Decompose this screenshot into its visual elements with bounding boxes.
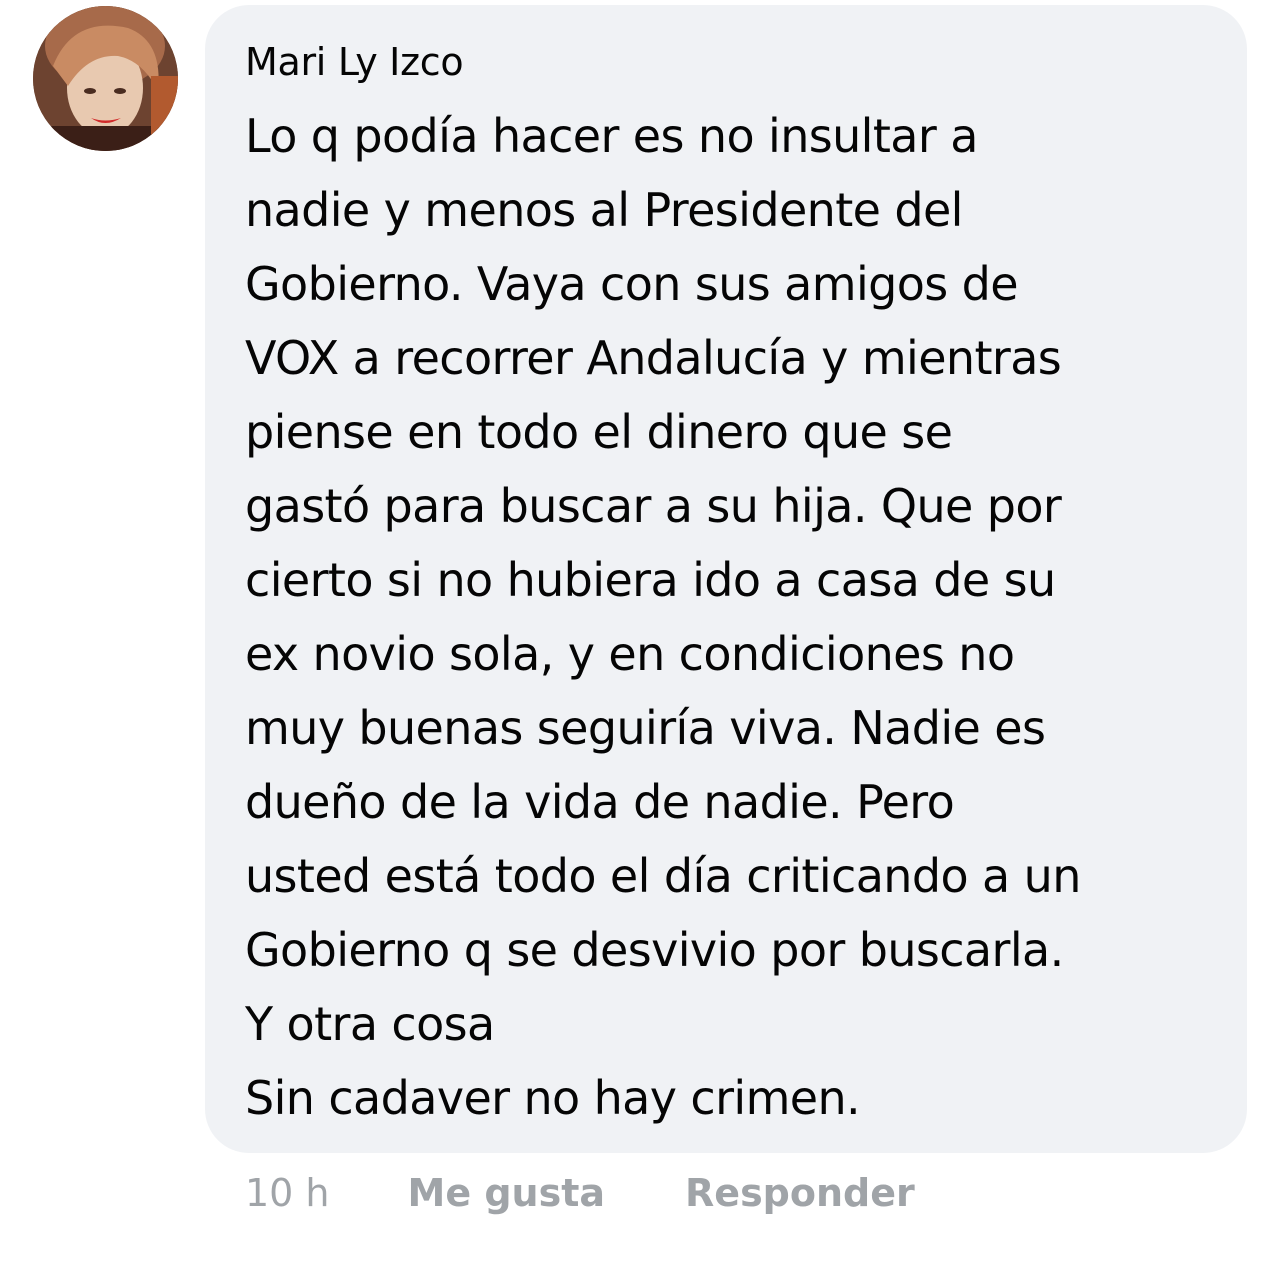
- comment-actions: 10 h Me gusta Responder: [245, 1166, 915, 1220]
- comment-line: Gobierno. Vaya con sus amigos de: [245, 257, 1019, 311]
- comment-line: cierto si no hubiera ido a casa de su: [245, 553, 1056, 607]
- like-button[interactable]: Me gusta: [408, 1171, 606, 1215]
- comment-line: VOX a recorrer Andalucía y mientras: [245, 331, 1062, 385]
- comment-author[interactable]: Mari Ly Izco: [245, 37, 1227, 87]
- comment-timestamp[interactable]: 10 h: [245, 1171, 330, 1215]
- reply-button[interactable]: Responder: [685, 1171, 915, 1215]
- comment-line: ex novio sola, y en condiciones no: [245, 627, 1015, 681]
- comment-line: Lo q podía hacer es no insultar a: [245, 109, 978, 163]
- comment-line: Gobierno q se desvivio por buscarla.: [245, 923, 1064, 977]
- profile-photo-icon: [33, 6, 178, 151]
- comment-line: muy buenas seguiría viva. Nadie es: [245, 701, 1046, 755]
- comment-line: usted está todo el día criticando a un: [245, 849, 1081, 903]
- comment-bubble: Mari Ly Izco Lo q podía hacer es no insu…: [205, 5, 1247, 1153]
- comment-line: Y otra cosa: [245, 997, 495, 1051]
- comment-line: Sin cadaver no hay crimen.: [245, 1071, 861, 1125]
- comment-line: piense en todo el dinero que se: [245, 405, 953, 459]
- comment-line: gastó para buscar a su hija. Que por: [245, 479, 1062, 533]
- comment-line: nadie y menos al Presidente del: [245, 183, 963, 237]
- avatar[interactable]: [33, 6, 178, 151]
- comment-line: dueño de la vida de nadie. Pero: [245, 775, 955, 829]
- comment-text: Lo q podía hacer es no insultar a nadie …: [245, 99, 1227, 1135]
